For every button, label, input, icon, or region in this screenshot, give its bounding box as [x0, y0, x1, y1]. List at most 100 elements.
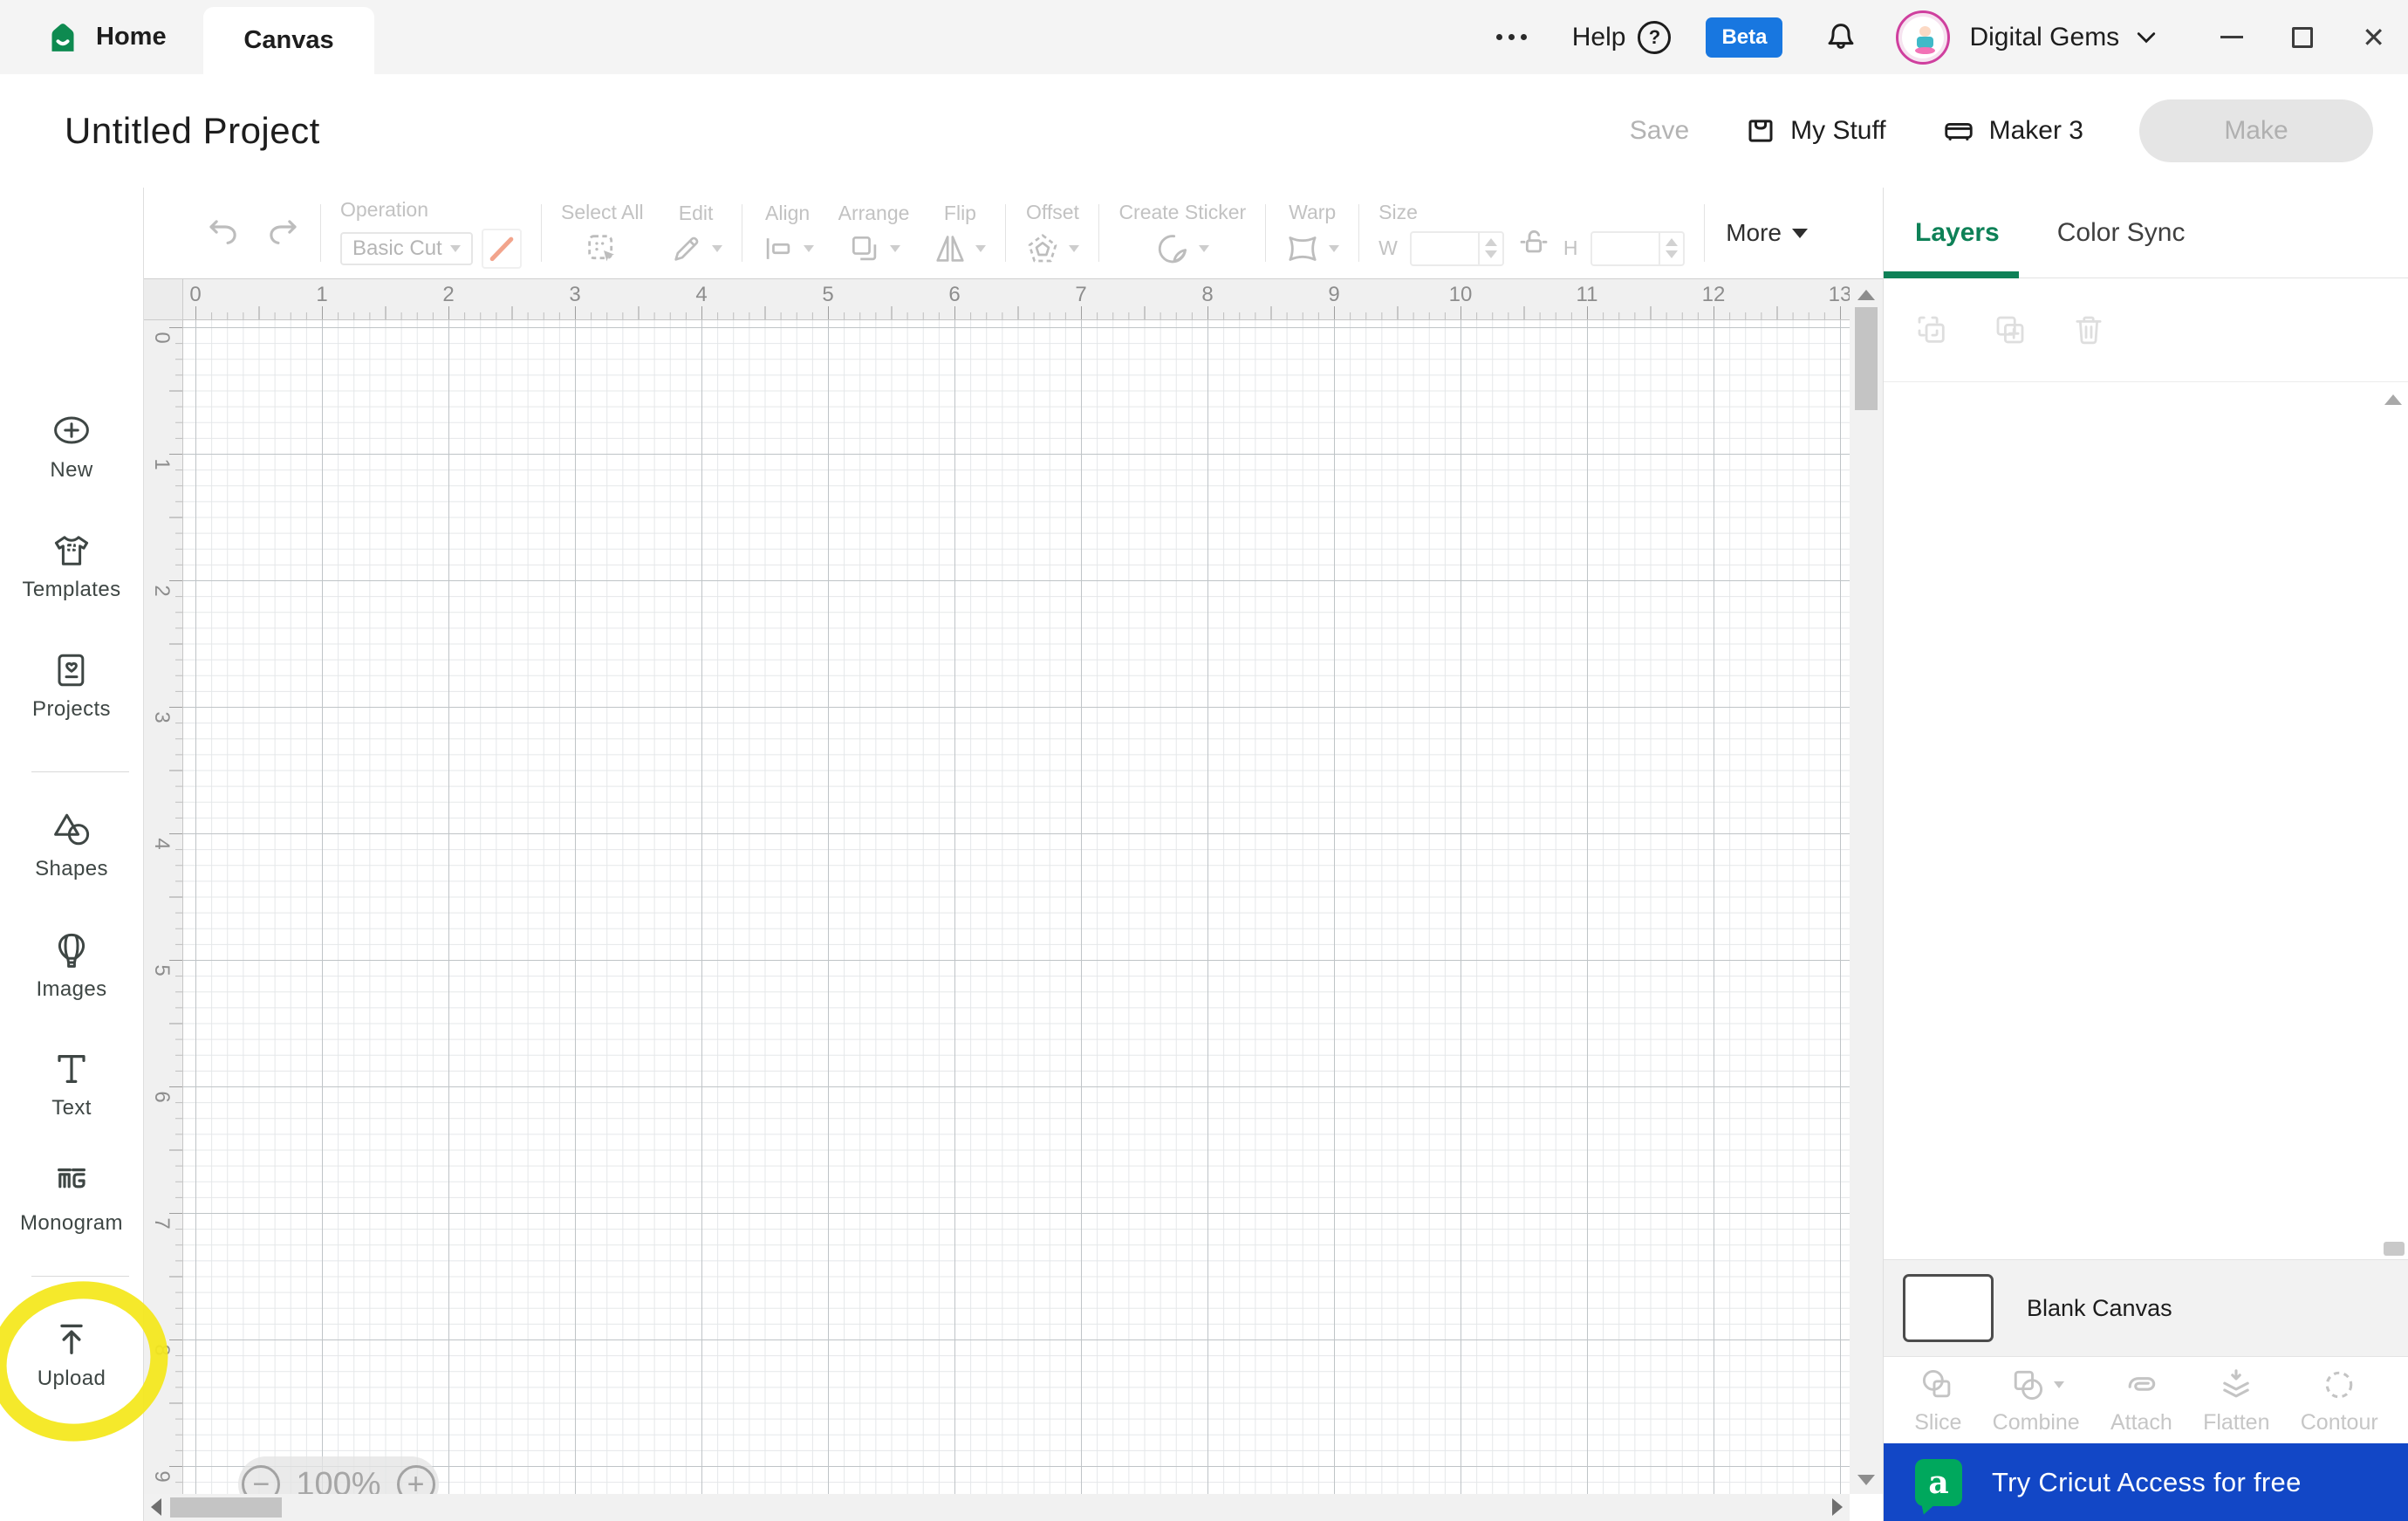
layers-list[interactable] [1884, 382, 2408, 1259]
window-maximize-button[interactable] [2292, 26, 2314, 48]
more-button[interactable]: More [1726, 219, 1808, 247]
warp-icon [1285, 231, 1320, 266]
my-stuff-button[interactable]: My Stuff [1745, 115, 1886, 147]
scroll-down-arrow[interactable] [1857, 1475, 1875, 1485]
cricut-access-banner[interactable]: a Try Cricut Access for free [1884, 1443, 2408, 1521]
contour-button[interactable]: Contour [2301, 1366, 2378, 1435]
horizontal-scroll-thumb[interactable] [170, 1497, 282, 1518]
more-caret-icon [1792, 228, 1808, 238]
layer-tools: Slice Combine Attach Flatten Contour [1884, 1357, 2408, 1443]
account-name: Digital Gems [1969, 22, 2120, 51]
sidebar-item-templates[interactable]: Templates [0, 530, 143, 602]
sidebar-item-label: New [50, 458, 93, 482]
width-input[interactable] [1409, 230, 1504, 266]
sidebar-divider [31, 1276, 129, 1277]
v-ruler-number: 1 [150, 458, 174, 470]
scroll-left-arrow[interactable] [151, 1498, 161, 1516]
select-all-label: Select All [561, 200, 644, 223]
layer-actions [1884, 278, 2408, 382]
window-close-button[interactable]: ✕ [2362, 24, 2385, 51]
attach-button[interactable]: Attach [2110, 1366, 2172, 1435]
sidebar-item-new[interactable]: New [0, 410, 143, 483]
height-stepper[interactable] [1658, 232, 1683, 264]
tool-label: Attach [2110, 1409, 2172, 1435]
create-sticker-group[interactable]: Create Sticker [1118, 201, 1246, 266]
tab-layers[interactable]: Layers [1915, 218, 2000, 248]
sidebar-item-text[interactable]: Text [0, 1048, 143, 1120]
delete-button[interactable] [2070, 312, 2107, 348]
operation-select[interactable]: Basic Cut [340, 231, 473, 265]
avatar-skirt [1915, 46, 1936, 54]
width-stepper[interactable] [1477, 232, 1502, 264]
scroll-up-arrow[interactable] [1857, 290, 1875, 300]
machine-selector[interactable]: Maker 3 [1942, 114, 2083, 147]
tab-canvas[interactable]: Canvas [203, 7, 374, 74]
slice-icon [1923, 1369, 1951, 1397]
flip-group[interactable]: Flip [934, 202, 987, 265]
height-input[interactable] [1590, 230, 1685, 266]
notifications-bell-icon[interactable] [1823, 19, 1859, 56]
sidebar-item-label: Shapes [35, 857, 108, 880]
size-label: Size [1378, 200, 1418, 223]
tab-color-sync[interactable]: Color Sync [2057, 218, 2186, 248]
blank-canvas-row[interactable]: Blank Canvas [1884, 1259, 2408, 1357]
make-button[interactable]: Make [2139, 99, 2373, 162]
vertical-scrollbar[interactable] [1850, 279, 1883, 1494]
edit-group[interactable]: Edit [670, 202, 722, 265]
arrange-group[interactable]: Arrange [838, 202, 909, 265]
v-ruler-number: 7 [150, 1217, 174, 1230]
panel-scroll-up-arrow[interactable] [2384, 394, 2402, 405]
slice-button[interactable]: Slice [1914, 1366, 1961, 1435]
sidebar-item-monogram[interactable]: Monogram [0, 1163, 143, 1236]
toolbar-divider [1358, 204, 1360, 262]
panel-scroll-thumb[interactable] [2384, 1242, 2405, 1256]
group-button[interactable] [1913, 312, 1950, 348]
v-ruler-number: 9 [150, 1470, 174, 1483]
flatten-button[interactable]: Flatten [2203, 1366, 2270, 1435]
color-swatch-button[interactable] [482, 228, 522, 269]
select-all-icon [585, 231, 619, 266]
tab-home[interactable]: Home [45, 0, 167, 74]
v-ruler-number: 3 [150, 711, 174, 723]
avatar-body [1917, 36, 1934, 48]
canvas-thumbnail [1903, 1274, 1994, 1342]
sidebar-item-images[interactable]: Images [0, 929, 143, 1002]
account-avatar[interactable] [1896, 10, 1951, 65]
help-label: Help [1571, 22, 1626, 51]
dropdown-caret-icon [889, 244, 900, 252]
h-ruler-number: 11 [1576, 283, 1598, 306]
upload-icon [60, 1324, 83, 1354]
help-button[interactable]: Help ? [1571, 20, 1672, 54]
sidebar-item-upload[interactable]: Upload [0, 1319, 143, 1391]
banner-text: Try Cricut Access for free [1992, 1466, 2302, 1497]
sidebar-item-shapes[interactable]: Shapes [0, 809, 143, 881]
duplicate-button[interactable] [1992, 312, 2028, 348]
horizontal-scrollbar[interactable] [144, 1494, 1850, 1521]
sidebar-item-projects[interactable]: Projects [0, 649, 143, 722]
warp-label: Warp [1289, 200, 1337, 223]
undo-button[interactable] [205, 215, 242, 251]
vertical-scroll-thumb[interactable] [1855, 307, 1878, 410]
overflow-menu-icon[interactable] [1495, 34, 1527, 40]
align-group[interactable]: Align [762, 202, 814, 265]
window-minimize-button[interactable] [2220, 36, 2244, 38]
warp-group[interactable]: Warp [1285, 200, 1340, 266]
account-menu[interactable]: Digital Gems [1969, 23, 2159, 52]
dropdown-caret-icon [450, 244, 461, 252]
v-ruler: 0 1 2 3 4 5 6 7 8 9 [144, 320, 183, 1494]
select-all-group[interactable]: Select All [561, 201, 644, 266]
redo-button[interactable] [264, 215, 301, 251]
design-grid[interactable]: − 100% + [183, 320, 1850, 1512]
lock-open-icon[interactable] [1516, 224, 1551, 259]
contour-icon [2325, 1371, 2353, 1398]
height-label: H [1563, 236, 1578, 259]
save-button[interactable]: Save [1630, 116, 1689, 146]
toolbar-divider [1265, 204, 1267, 262]
combine-button[interactable]: Combine [1993, 1366, 2080, 1435]
balloon-icon [58, 933, 86, 968]
offset-group[interactable]: Offset [1025, 200, 1080, 266]
offset-label: Offset [1025, 200, 1079, 223]
align-icon [762, 232, 795, 265]
scroll-right-arrow[interactable] [1832, 1498, 1843, 1516]
tool-label: Contour [2300, 1409, 2378, 1435]
